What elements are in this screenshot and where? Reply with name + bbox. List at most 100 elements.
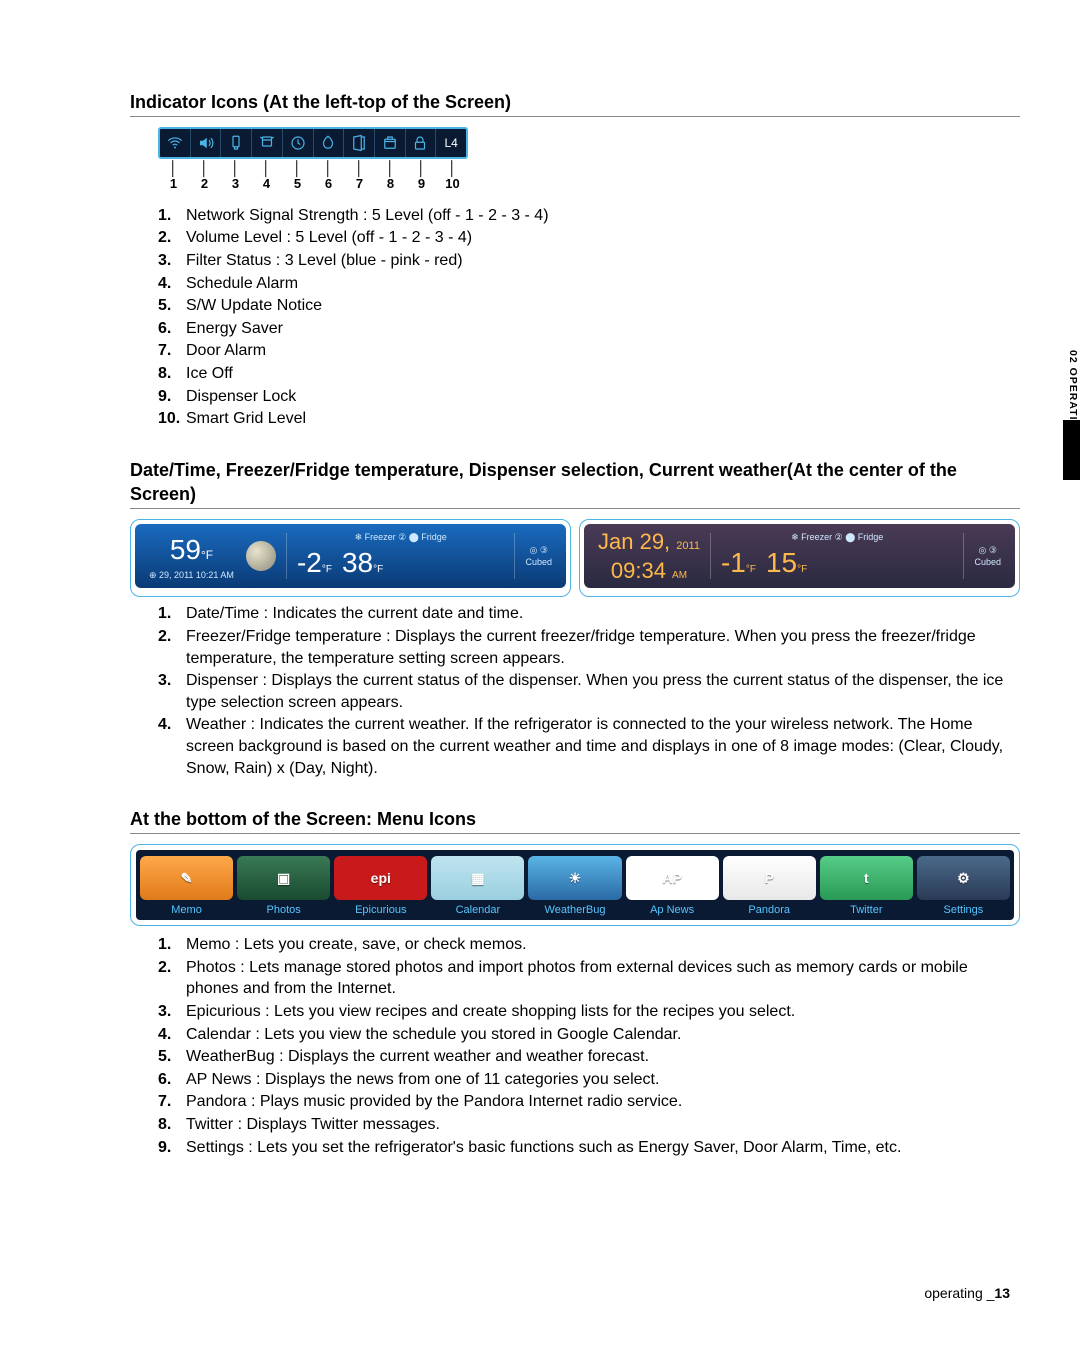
item-number: 6.: [158, 1069, 186, 1091]
menu-weatherbug[interactable]: ☀ WeatherBug: [528, 856, 621, 918]
menu-photos[interactable]: ▣Photos: [237, 856, 330, 918]
side-tab: 02 OPERATING: [1025, 330, 1080, 550]
indicator-number: 3: [220, 175, 251, 193]
panel-disconnected: Jan 29, 201109:34 AM❄ Freezer ② ⬤ Fridge…: [579, 519, 1020, 597]
list-item: 6.Energy Saver: [158, 318, 1020, 340]
list-item: 8.Twitter : Displays Twitter messages.: [158, 1114, 1020, 1136]
list-item: 10.Smart Grid Level: [158, 408, 1020, 430]
filter-icon: [221, 129, 252, 157]
list-item: 2.Freezer/Fridge temperature : Displays …: [158, 626, 1020, 669]
list-item: 7.Pandora : Plays music provided by the …: [158, 1091, 1020, 1113]
list-item: 8.Ice Off: [158, 363, 1020, 385]
list-item: 5.S/W Update Notice: [158, 295, 1020, 317]
indicator-bar: L4: [158, 127, 468, 159]
item-text: Filter Status : 3 Level (blue - pink - r…: [186, 250, 1020, 272]
list-item: 1.Network Signal Strength : 5 Level (off…: [158, 205, 1020, 227]
menu-label: WeatherBug: [528, 903, 621, 918]
dispenser-mode: Cubed: [974, 556, 1001, 568]
list-item: 3.Epicurious : Lets you view recipes and…: [158, 1001, 1020, 1023]
dispenser-label: ◎ ③: [974, 544, 1001, 556]
menu-memo[interactable]: ✎ Memo: [140, 856, 233, 918]
item-number: 8.: [158, 363, 186, 385]
item-number: 9.: [158, 386, 186, 408]
item-number: 2.: [158, 957, 186, 979]
list-item: 7.Door Alarm: [158, 340, 1020, 362]
item-number: 3.: [158, 670, 186, 692]
indicator-number: 7: [344, 175, 375, 193]
item-text: Energy Saver: [186, 318, 1020, 340]
menu-calendar[interactable]: ▦Calendar: [431, 856, 524, 918]
item-number: 2.: [158, 626, 186, 648]
menu-icons-figure: ✎ Memo ▣PhotosepiEpicurious▦Calendar☀ Weath…: [130, 844, 1020, 926]
item-text: Smart Grid Level: [186, 408, 1020, 430]
menu-label: Pandora: [723, 903, 816, 918]
item-text: Door Alarm: [186, 340, 1020, 362]
menu-twitter[interactable]: t Twitter: [820, 856, 913, 918]
menu-label: Twitter: [820, 903, 913, 918]
update-icon: [283, 129, 314, 157]
freezer-temp: -1°F: [721, 544, 756, 582]
menu-apnews[interactable]: APAp News: [626, 856, 719, 918]
menu-photos-icon: ▣: [237, 856, 330, 900]
volume-icon: [191, 129, 222, 157]
item-number: 6.: [158, 318, 186, 340]
indicator-number: 5: [282, 175, 313, 193]
item-text: Weather : Indicates the current weather.…: [186, 714, 1020, 779]
section3-list: 1.Memo : Lets you create, save, or check…: [130, 934, 1020, 1158]
indicator-number: 2: [189, 175, 220, 193]
list-item: 1.Date/Time : Indicates the current date…: [158, 603, 1020, 625]
item-number: 4.: [158, 714, 186, 736]
ice-icon: [375, 129, 406, 157]
item-number: 7.: [158, 340, 186, 362]
item-text: Twitter : Displays Twitter messages.: [186, 1114, 1020, 1136]
section3-title: At the bottom of the Screen: Menu Icons: [130, 807, 1020, 834]
menu-epicurious[interactable]: epiEpicurious: [334, 856, 427, 918]
footer-page: 13: [994, 1285, 1010, 1301]
list-item: 5.WeatherBug : Displays the current weat…: [158, 1046, 1020, 1068]
fridge-temp: 15°F: [766, 544, 807, 582]
menu-memo-icon: ✎: [140, 856, 233, 900]
item-number: 3.: [158, 250, 186, 272]
list-item: 6.AP News : Displays the news from one o…: [158, 1069, 1020, 1091]
menu-label: Calendar: [431, 903, 524, 918]
item-text: Settings : Lets you set the refrigerator…: [186, 1137, 1020, 1159]
list-item: 3.Dispenser : Displays the current statu…: [158, 670, 1020, 713]
grid-level-icon: L4: [436, 129, 466, 157]
side-tab-marker: [1063, 420, 1080, 480]
menu-weatherbug-icon: ☀: [528, 856, 621, 900]
menu-twitter-icon: t: [820, 856, 913, 900]
item-text: Photos : Lets manage stored photos and i…: [186, 957, 1020, 1000]
indicator-number: 6: [313, 175, 344, 193]
item-text: Calendar : Lets you view the schedule yo…: [186, 1024, 1020, 1046]
item-number: 1.: [158, 205, 186, 227]
item-text: Freezer/Fridge temperature : Displays th…: [186, 626, 1020, 669]
item-text: WeatherBug : Displays the current weathe…: [186, 1046, 1020, 1068]
item-number: 7.: [158, 1091, 186, 1113]
dispenser-label: ◎ ③: [525, 544, 552, 556]
menu-label: Memo: [140, 903, 233, 918]
item-number: 4.: [158, 273, 186, 295]
section2-list: 1.Date/Time : Indicates the current date…: [130, 603, 1020, 779]
menu-settings[interactable]: ⚙Settings: [917, 856, 1010, 918]
panel-body: 59°F⊕ 29, 2011 10:21 AM❄ Freezer ② ⬤ Fri…: [135, 524, 566, 588]
freezer-label: ❄ Freezer ② ⬤ Fridge: [297, 531, 505, 543]
menu-pandora-icon: P: [723, 856, 816, 900]
section2-title: Date/Time, Freezer/Fridge temperature, D…: [130, 458, 1020, 510]
menu-pandora[interactable]: P Pandora: [723, 856, 816, 918]
list-item: 4.Schedule Alarm: [158, 273, 1020, 295]
menu-apnews-icon: AP: [626, 856, 719, 900]
list-item: 9.Dispenser Lock: [158, 386, 1020, 408]
item-text: Volume Level : 5 Level (off - 1 - 2 - 3 …: [186, 227, 1020, 249]
moon-icon: [246, 541, 276, 571]
indicator-number: 10: [437, 175, 468, 193]
panel-body: Jan 29, 201109:34 AM❄ Freezer ② ⬤ Fridge…: [584, 524, 1015, 588]
current-datetime: ⊕ 29, 2011 10:21 AM: [149, 569, 234, 581]
item-number: 4.: [158, 1024, 186, 1046]
fridge-temp: 38°F: [342, 544, 383, 582]
item-number: 8.: [158, 1114, 186, 1136]
menu-label: Epicurious: [334, 903, 427, 918]
list-item: 2.Photos : Lets manage stored photos and…: [158, 957, 1020, 1000]
lock-icon: [406, 129, 437, 157]
item-number: 1.: [158, 603, 186, 625]
item-text: Dispenser Lock: [186, 386, 1020, 408]
